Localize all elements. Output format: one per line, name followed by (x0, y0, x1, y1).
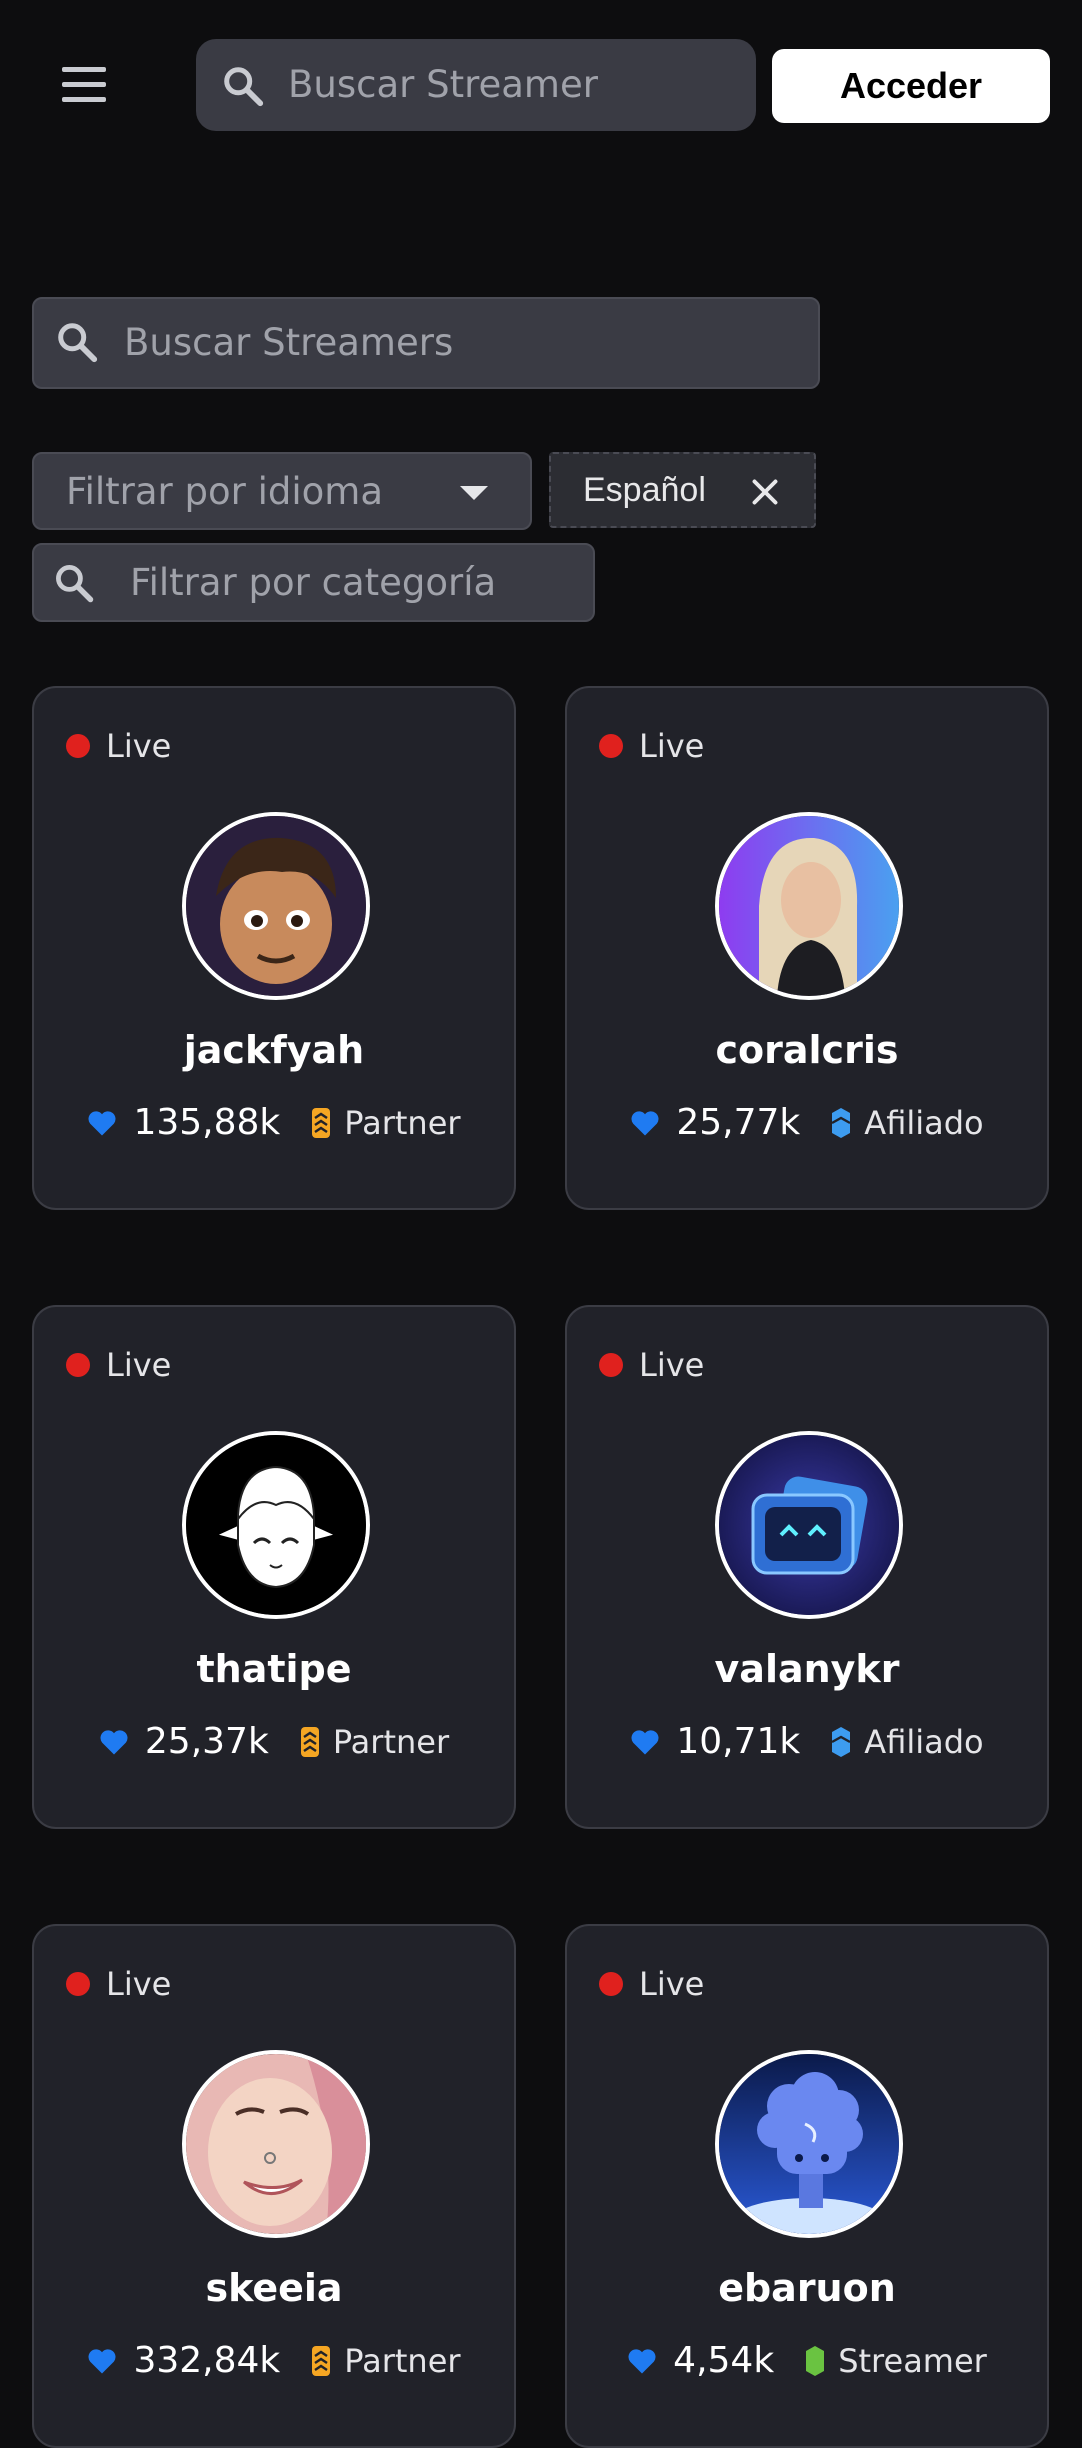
category-filter-placeholder: Filtrar por categoría (130, 561, 497, 604)
role-label: Afiliado (864, 1722, 984, 1761)
streamer-name: valanykr (714, 1647, 900, 1691)
followers-count: 25,77k (676, 1102, 801, 1143)
search-icon (220, 63, 266, 113)
afiliado-badge-icon (830, 1725, 852, 1759)
live-dot-icon (599, 1972, 623, 1996)
streamer-stats: 4,54k Streamer (567, 2340, 1047, 2381)
role-label: Partner (344, 1103, 461, 1142)
avatar (715, 2050, 903, 2238)
streamer-name: coralcris (715, 1028, 899, 1072)
header-search-input[interactable]: Buscar Streamer (196, 39, 756, 131)
language-chip: Español (549, 452, 816, 528)
role-label: Afiliado (864, 1103, 984, 1142)
header-search-placeholder: Buscar Streamer (288, 63, 598, 106)
live-dot-icon (66, 1972, 90, 1996)
avatar (715, 812, 903, 1000)
role-label: Partner (332, 1722, 450, 1761)
avatar (715, 1431, 903, 1619)
avatar (182, 812, 370, 1000)
streamer-stats: 135,88k Partner (34, 1102, 514, 1143)
followers-count: 135,88k (133, 1102, 281, 1143)
live-dot-icon (66, 734, 90, 758)
streamer-badge-icon (804, 2344, 826, 2378)
afiliado-badge-icon (830, 1106, 852, 1140)
live-dot-icon (599, 1353, 623, 1377)
streamer-card[interactable]: Live valanykr 10,71k Afiliado (565, 1305, 1049, 1829)
hamburger-menu-icon[interactable] (62, 64, 108, 104)
streamer-card[interactable]: Live skeeia 332,84k Partner (32, 1924, 516, 2448)
avatar (182, 1431, 370, 1619)
streamer-search-input[interactable]: Buscar Streamers (32, 297, 820, 389)
streamer-search-placeholder: Buscar Streamers (124, 321, 454, 364)
followers-count: 25,37k (144, 1721, 269, 1762)
partner-badge-icon (310, 1106, 332, 1140)
streamer-card[interactable]: Live thatipe 25,37k Partner (32, 1305, 516, 1829)
partner-badge-icon (310, 2344, 332, 2378)
streamer-name: thatipe (196, 1647, 352, 1691)
close-icon[interactable] (747, 474, 783, 510)
live-dot-icon (66, 1353, 90, 1377)
heart-icon (87, 2347, 117, 2375)
streamer-stats: 10,71k Afiliado (567, 1721, 1047, 1762)
streamer-stats: 25,37k Partner (34, 1721, 514, 1762)
role-label: Streamer (838, 2341, 987, 2380)
streamer-name: jackfyah (183, 1028, 365, 1072)
live-label: Live (106, 1346, 172, 1384)
heart-icon (99, 1728, 129, 1756)
live-label: Live (639, 1346, 705, 1384)
live-label: Live (639, 727, 705, 765)
live-dot-icon (599, 734, 623, 758)
language-chip-label: Español (583, 471, 706, 509)
followers-count: 332,84k (133, 2340, 281, 2381)
followers-count: 4,54k (673, 2340, 775, 2381)
live-label: Live (639, 1965, 705, 2003)
streamer-card[interactable]: Live coralcris 25,77k Afiliado (565, 686, 1049, 1210)
category-filter-input[interactable]: Filtrar por categoría (32, 543, 595, 622)
heart-icon (87, 1109, 117, 1137)
followers-count: 10,71k (676, 1721, 801, 1762)
live-label: Live (106, 1965, 172, 2003)
live-label: Live (106, 727, 172, 765)
heart-icon (630, 1109, 660, 1137)
language-filter-select[interactable]: Filtrar por idioma (32, 452, 532, 530)
streamer-name: ebaruon (718, 2266, 896, 2310)
streamer-stats: 332,84k Partner (34, 2340, 514, 2381)
login-button[interactable]: Acceder (772, 49, 1050, 123)
role-label: Partner (344, 2341, 461, 2380)
heart-icon (630, 1728, 660, 1756)
streamer-card[interactable]: Live jackfyah 135,88k Partner (32, 686, 516, 1210)
language-filter-placeholder: Filtrar por idioma (66, 470, 384, 513)
streamer-card[interactable]: Live ebaruon 4,54k Streamer (565, 1924, 1049, 2448)
avatar (182, 2050, 370, 2238)
search-icon (54, 319, 100, 369)
heart-icon (627, 2347, 657, 2375)
streamer-name: skeeia (205, 2266, 343, 2310)
top-bar: Buscar Streamer Acceder (0, 0, 1082, 172)
caret-down-icon (460, 486, 488, 500)
search-icon (52, 561, 96, 609)
partner-badge-icon (299, 1725, 321, 1759)
streamer-stats: 25,77k Afiliado (567, 1102, 1047, 1143)
